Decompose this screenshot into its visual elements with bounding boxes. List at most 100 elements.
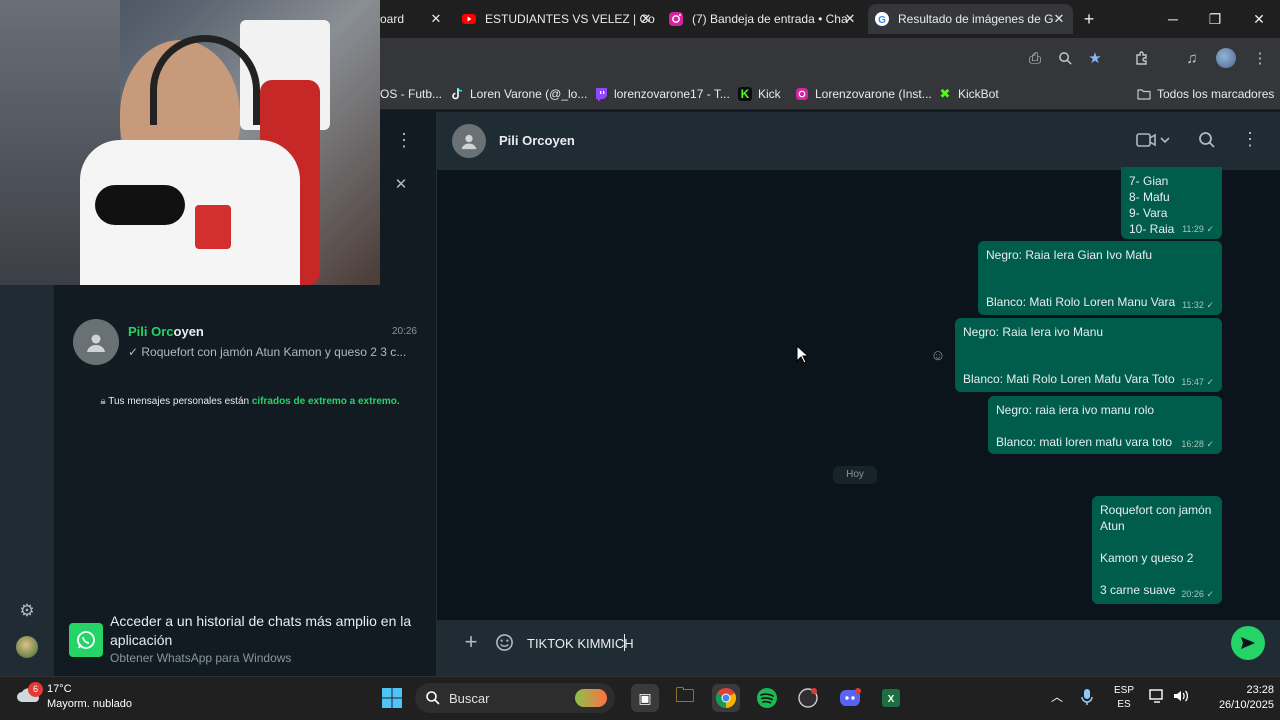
input-language[interactable]: ESP ES — [1110, 684, 1138, 712]
tab-dashboard[interactable]: oard ✕ — [380, 4, 450, 34]
bookmark-label: Lorenzovarone (Inst... — [815, 87, 932, 101]
network-icon[interactable] — [1149, 688, 1167, 709]
microphone — [95, 185, 185, 225]
sent-check-icon: ✓ — [1206, 300, 1214, 310]
chat-preview: ✓ Roquefort con jamón Atun Kamon y queso… — [128, 345, 407, 359]
tab-youtube[interactable]: ESTUDIANTES VS VELEZ | Co ✕ — [455, 4, 660, 34]
instagram-icon — [669, 12, 683, 26]
bookmark-item[interactable]: K Kick — [738, 84, 781, 104]
message-bubble[interactable]: 7- Gian 8- Mafu 9- Vara 10- Raia 11:29 ✓ — [1121, 167, 1222, 239]
discord-icon[interactable] — [836, 684, 864, 712]
bookmark-label: OS - Futb... — [380, 87, 443, 101]
message-meta: 11:29 ✓ — [1182, 224, 1214, 235]
message-bubble[interactable]: Negro: Raia Iera ivo Manu Blanco: Mati R… — [955, 318, 1222, 392]
download-app-promo[interactable]: Acceder a un historial de chats más ampl… — [110, 612, 428, 650]
clock-time: 23:28 — [1246, 684, 1274, 696]
microphone-icon[interactable] — [1080, 688, 1096, 706]
media-control-icon[interactable]: ♫ — [1182, 48, 1202, 68]
react-emoji-icon[interactable]: ☺ — [929, 347, 947, 365]
new-tab-button[interactable]: + — [1078, 8, 1100, 30]
kick-icon: K — [738, 87, 752, 101]
tab-close-icon[interactable]: ✕ — [842, 11, 858, 27]
volume-icon[interactable] — [1172, 688, 1190, 709]
show-hidden-icons-icon[interactable]: ︿ — [1049, 688, 1065, 704]
zoom-icon[interactable] — [1055, 48, 1075, 68]
sticker-emoji-icon[interactable] — [495, 633, 514, 657]
chat-list-item[interactable]: Pili Orcoyen 20:26 ✓ Roquefort con jamón… — [70, 315, 425, 371]
chrome-menu-icon[interactable]: ⋮ — [1250, 48, 1270, 68]
bookmark-item[interactable]: ✖ KickBot — [938, 84, 999, 104]
tab-close-icon[interactable]: ✕ — [428, 11, 444, 27]
whatsapp-logo-icon — [69, 623, 103, 657]
message-time: 11:32 — [1182, 300, 1204, 310]
minimize-icon[interactable]: ─ — [1152, 0, 1194, 38]
bookmark-item[interactable]: OS - Futb... — [380, 84, 442, 104]
message-line: Negro: raia iera ivo manu rolo — [996, 403, 1155, 417]
bookmark-star-icon[interactable]: ★ — [1085, 48, 1105, 68]
chrome-taskbar-icon[interactable] — [712, 684, 740, 712]
profile-avatar[interactable] — [16, 636, 38, 658]
settings-gear-icon[interactable]: ⚙ — [17, 601, 37, 621]
kickbot-icon: ✖ — [939, 86, 951, 101]
weather-widget[interactable]: 6 — [16, 682, 44, 710]
taskbar-search[interactable]: Buscar — [415, 683, 615, 713]
video-call-icon[interactable] — [1136, 131, 1176, 151]
send-icon — [1241, 637, 1255, 649]
excel-icon[interactable]: X — [877, 684, 905, 712]
sent-check-icon: ✓ — [1206, 224, 1214, 234]
install-app-icon[interactable]: ⎙ — [1025, 48, 1045, 68]
name-rest: oyen — [173, 324, 204, 339]
close-panel-icon[interactable]: ✕ — [392, 175, 410, 193]
tab-google-images[interactable]: G Resultado de imágenes de G ✕ — [868, 4, 1073, 34]
weather-badge: 6 — [28, 682, 43, 697]
windows-start-icon[interactable] — [378, 684, 406, 712]
message-meta: 15:47 ✓ — [1181, 377, 1214, 388]
search-label: Buscar — [449, 691, 490, 706]
tab-label: Resultado de imágenes de G — [898, 12, 1054, 26]
message-time: 20:26 — [1181, 589, 1204, 599]
lock-icon: 🔒︎ — [100, 396, 106, 407]
tab-label: (7) Bandeja de entrada • Cha — [692, 12, 848, 26]
search-highlight-icon — [575, 689, 607, 707]
obs-icon[interactable] — [794, 684, 822, 712]
message-line — [963, 340, 1214, 356]
contact-avatar[interactable] — [452, 124, 486, 158]
message-bubble[interactable]: Roquefort con jamón Atun Kamon y queso 2… — [1092, 496, 1222, 604]
contact-name[interactable]: Pili Orcoyen — [499, 133, 575, 148]
message-bubble[interactable]: Negro: raia iera ivo manu rolo Blanco: m… — [988, 396, 1222, 454]
download-app-link[interactable]: Obtener WhatsApp para Windows — [110, 651, 291, 665]
search-icon[interactable] — [1198, 131, 1216, 154]
bookmark-item[interactable]: Lorenzovarone (Inst... — [795, 84, 932, 104]
conversation-menu-icon[interactable]: ⋮ — [1240, 129, 1260, 149]
all-bookmarks-button[interactable]: Todos los marcadores — [1137, 84, 1274, 104]
message-line: Negro: Raia Iera Gian Ivo Mafu — [986, 248, 1153, 262]
panel-menu-icon[interactable]: ⋮ — [394, 130, 414, 150]
task-view-icon[interactable]: ▣ — [631, 684, 659, 712]
tab-close-icon[interactable]: ✕ — [1051, 11, 1067, 27]
send-button[interactable] — [1231, 626, 1265, 660]
attach-plus-icon[interactable]: + — [461, 631, 481, 653]
twitch-icon — [596, 88, 607, 101]
close-window-icon[interactable]: ✕ — [1238, 0, 1280, 38]
restore-icon[interactable]: ❐ — [1194, 0, 1236, 38]
bookmark-item[interactable]: Loren Varone (@_lo... — [450, 84, 587, 104]
message-bubble[interactable]: Negro: Raia Iera Gian Ivo Mafu Blanco: M… — [978, 241, 1222, 315]
profile-avatar[interactable] — [1216, 48, 1236, 68]
mouse-cursor-icon — [796, 345, 810, 364]
instagram-icon — [796, 88, 808, 100]
bookmark-item[interactable]: lorenzovarone17 - T... — [594, 84, 730, 104]
bookmark-label: KickBot — [958, 87, 999, 101]
system-clock[interactable]: 23:28 26/10/2025 — [1200, 683, 1274, 713]
tab-close-icon[interactable]: ✕ — [638, 11, 654, 27]
tab-instagram[interactable]: (7) Bandeja de entrada • Cha ✕ — [664, 4, 864, 34]
spotify-icon[interactable] — [753, 684, 781, 712]
folder-icon — [1137, 89, 1151, 100]
message-line — [1100, 566, 1214, 582]
extensions-icon[interactable] — [1132, 48, 1152, 68]
message-time: 11:29 — [1182, 224, 1204, 234]
message-input[interactable]: TIKTOK KIMMICH — [527, 636, 634, 651]
message-line: Negro: Raia Iera ivo Manu — [963, 325, 1104, 339]
tiktok-icon — [452, 87, 463, 100]
file-explorer-icon[interactable]: 🗀︎ — [671, 684, 699, 712]
encryption-link[interactable]: cifrados de extremo a extremo. — [252, 396, 400, 407]
